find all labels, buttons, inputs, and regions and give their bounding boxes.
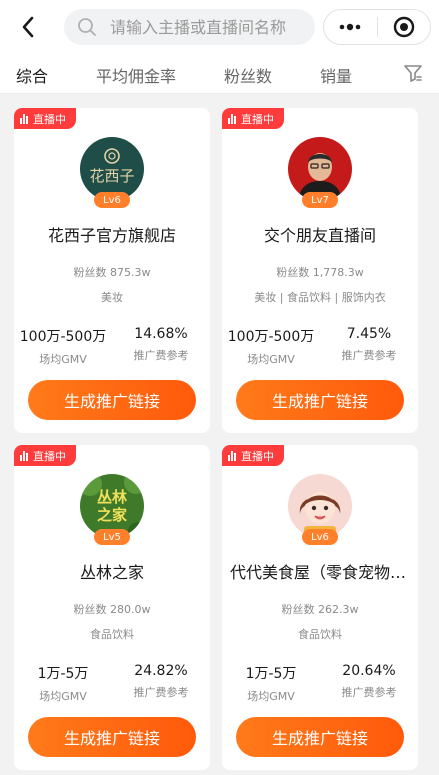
fee-value: 14.68%: [134, 326, 188, 342]
streamer-name: 丛林之家: [79, 563, 144, 582]
fee-label: 推广费参考: [133, 686, 189, 699]
live-label: 直播中: [33, 112, 66, 126]
avatar-logo-text: 之家: [97, 506, 127, 524]
live-bars-icon: [228, 450, 237, 461]
fee-stat: 14.68% 推广费参考: [112, 326, 210, 363]
fee-stat: 24.82% 推广费参考: [112, 663, 210, 700]
gmv-value: 1万-5万: [37, 666, 89, 682]
more-dots-icon[interactable]: [324, 10, 377, 44]
gmv-label: 场均GMV: [39, 353, 87, 366]
streamer-card[interactable]: 直播中 丛林 之家 Lv5 丛林之家 粉丝数 280.0w 食品饮料 1万-5万…: [14, 445, 210, 770]
live-label: 直播中: [33, 449, 66, 463]
fans-count: 粉丝数 875.3w: [73, 266, 151, 279]
streamer-name: 交个朋友直播间: [263, 226, 376, 245]
mini-program-capsule: [323, 9, 431, 45]
gmv-stat: 1万-5万 场均GMV: [14, 663, 112, 704]
streamer-card[interactable]: 直播中 花西子 Lv6 花西子官方旗舰店 粉丝数 875.3w 美妆 100万-…: [14, 108, 210, 433]
search-box[interactable]: [64, 9, 315, 45]
live-bars-icon: [20, 113, 29, 124]
tab-fans[interactable]: 粉丝数: [224, 63, 272, 87]
generate-link-button[interactable]: 生成推广链接: [28, 380, 196, 420]
live-badge: 直播中: [14, 445, 76, 466]
back-icon[interactable]: [14, 13, 42, 41]
live-bars-icon: [228, 113, 237, 124]
fee-label: 推广费参考: [341, 349, 397, 362]
generate-link-button[interactable]: 生成推广链接: [28, 717, 196, 757]
live-badge: 直播中: [14, 108, 76, 129]
tab-avg-commission[interactable]: 平均佣金率: [96, 63, 176, 87]
tab-sales[interactable]: 销量: [320, 63, 352, 87]
fee-stat: 7.45% 推广费参考: [320, 326, 418, 363]
generate-link-button[interactable]: 生成推广链接: [236, 717, 404, 757]
categories: 食品饮料: [298, 628, 342, 641]
fans-count: 粉丝数 262.3w: [281, 603, 359, 616]
categories: 美妆: [101, 291, 123, 304]
gmv-value: 100万-500万: [227, 329, 315, 345]
gmv-label: 场均GMV: [39, 690, 87, 703]
streamer-card[interactable]: 直播中 Lv6 代代美食屋（零食宠物店） 粉丝数 262.3w 食品饮料 1万-…: [222, 445, 418, 770]
level-badge: Lv5: [94, 529, 130, 545]
avatar-logo-text: 花西子: [89, 167, 134, 185]
live-bars-icon: [20, 450, 29, 461]
generate-link-button[interactable]: 生成推广链接: [236, 380, 404, 420]
tab-comprehensive[interactable]: 综合: [16, 63, 48, 87]
search-icon: [76, 16, 98, 38]
streamer-name: 代代美食屋（零食宠物店）: [230, 563, 410, 582]
categories: 美妆 | 食品饮料 | 服饰内衣: [254, 291, 386, 304]
live-badge: 直播中: [222, 445, 284, 466]
fee-value: 7.45%: [346, 326, 392, 342]
fee-label: 推广费参考: [341, 686, 397, 699]
gmv-value: 100万-500万: [19, 329, 107, 345]
live-label: 直播中: [241, 112, 274, 126]
sort-tabs: 综合 平均佣金率 粉丝数 销量: [0, 54, 439, 94]
search-input[interactable]: [110, 17, 315, 37]
live-badge: 直播中: [222, 108, 284, 129]
fee-stat: 20.64% 推广费参考: [320, 663, 418, 700]
level-badge: Lv6: [94, 192, 130, 208]
gmv-label: 场均GMV: [247, 690, 295, 703]
live-label: 直播中: [241, 449, 274, 463]
gmv-value: 1万-5万: [245, 666, 297, 682]
gmv-label: 场均GMV: [247, 353, 295, 366]
level-badge: Lv6: [302, 529, 338, 545]
fans-count: 粉丝数 1,778.3w: [276, 266, 364, 279]
gmv-stat: 100万-500万 场均GMV: [14, 326, 112, 367]
filter-icon[interactable]: [402, 62, 424, 84]
avatar-logo-text: 丛林: [97, 488, 128, 506]
streamer-card[interactable]: 直播中 Lv7 交个朋友直播间 粉丝数 1,778.3w 美妆 | 食品饮料 |…: [222, 108, 418, 433]
gmv-stat: 100万-500万 场均GMV: [222, 326, 320, 367]
fee-value: 24.82%: [134, 663, 188, 679]
fee-value: 20.64%: [342, 663, 396, 679]
target-close-icon[interactable]: [377, 10, 430, 44]
gmv-stat: 1万-5万 场均GMV: [222, 663, 320, 704]
top-bar: [0, 0, 439, 54]
streamer-name: 花西子官方旗舰店: [47, 226, 176, 245]
fee-label: 推广费参考: [133, 349, 189, 362]
fans-count: 粉丝数 280.0w: [73, 603, 151, 616]
level-badge: Lv7: [302, 192, 338, 208]
categories: 食品饮料: [90, 628, 134, 641]
